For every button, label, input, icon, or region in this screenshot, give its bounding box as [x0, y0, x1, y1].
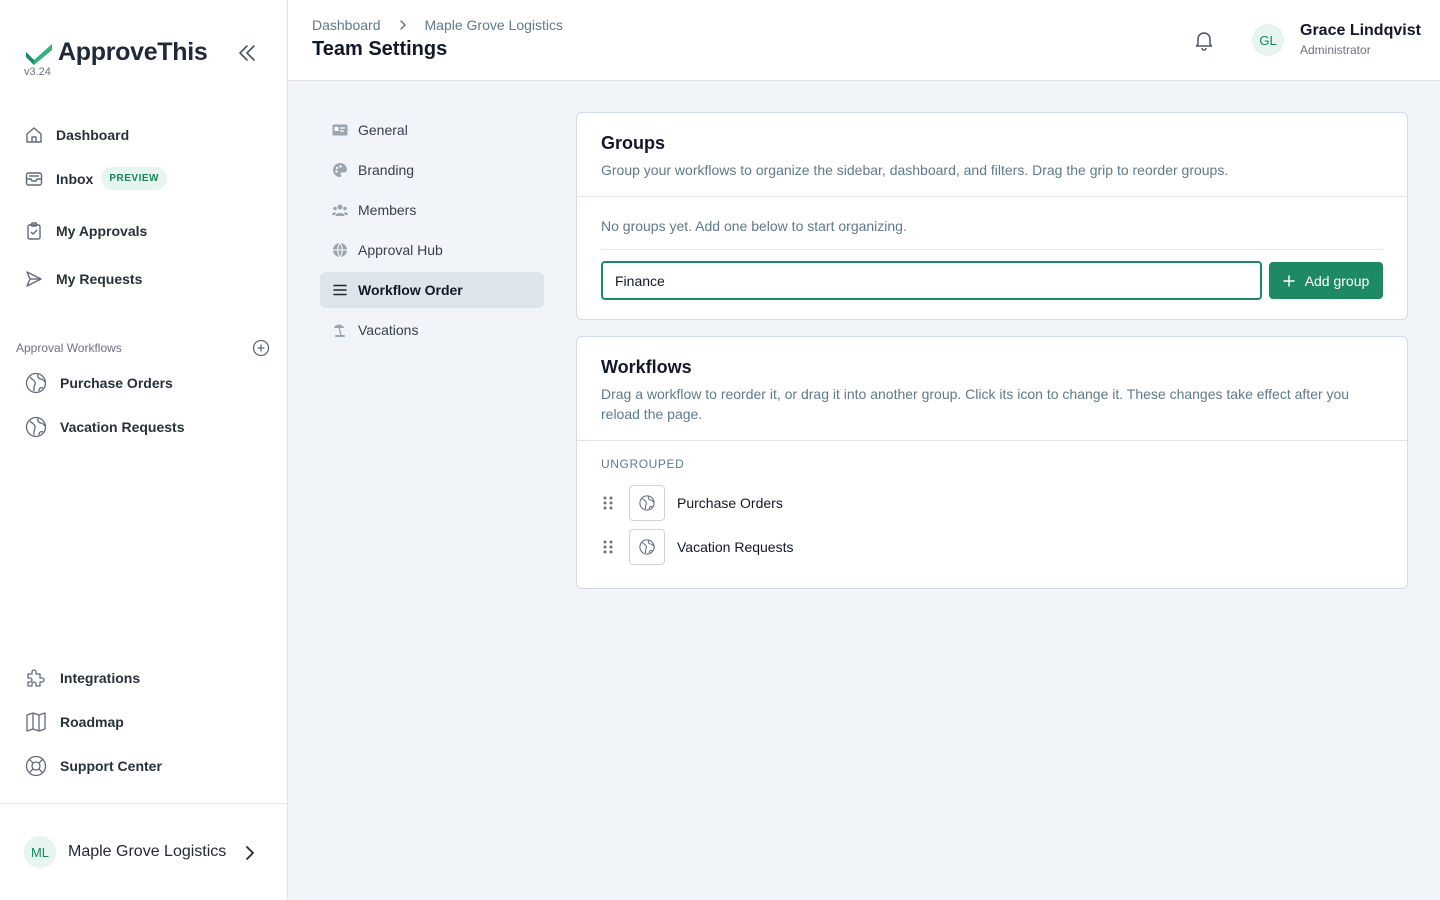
groups-empty-message: No groups yet. Add one below to start or…: [601, 218, 907, 234]
groups-card: Groups Group your workflows to organize …: [576, 112, 1408, 320]
settings-nav-members[interactable]: Members: [320, 192, 544, 228]
sidebar-workflow-purchase-orders[interactable]: Purchase Orders: [24, 371, 173, 395]
nav-roadmap[interactable]: Roadmap: [24, 710, 124, 734]
groups-title: Groups: [601, 133, 666, 153]
palette-icon: [332, 162, 348, 178]
plus-icon: [1282, 274, 1295, 287]
approval-workflows-label: Approval Workflows: [16, 341, 122, 355]
groups-description: Group your workflows to organize the sid…: [601, 162, 1229, 178]
globe-icon: [24, 371, 48, 395]
sidebar-workflow-vacation-requests[interactable]: Vacation Requests: [24, 415, 185, 439]
bell-icon[interactable]: [1193, 29, 1215, 51]
workflow-row[interactable]: Purchase Orders: [601, 485, 783, 521]
puzzle-icon: [24, 666, 48, 690]
nav-dashboard[interactable]: Dashboard: [24, 125, 129, 145]
chevron-right-icon: [399, 20, 406, 30]
workflows-card: Workflows Drag a workflow to reorder it,…: [576, 336, 1408, 589]
breadcrumb: Dashboard Maple Grove Logistics: [312, 17, 563, 33]
workflows-description: Drag a workflow to reorder it, or drag i…: [601, 386, 1350, 422]
page-title: Team Settings: [312, 38, 448, 60]
nav-integrations[interactable]: Integrations: [24, 666, 140, 690]
groups-card-header: Groups Group your workflows to organize …: [577, 113, 1407, 197]
users-icon: [332, 202, 348, 218]
globe-icon: [24, 415, 48, 439]
globe-icon: [639, 495, 655, 511]
lifebuoy-icon: [24, 754, 48, 778]
nav-support-center[interactable]: Support Center: [24, 754, 162, 778]
workflow-row[interactable]: Vacation Requests: [601, 529, 793, 565]
user-avatar[interactable]: GL: [1252, 24, 1284, 56]
settings-nav-general[interactable]: General: [320, 112, 544, 148]
add-workflow-icon[interactable]: [252, 339, 270, 357]
nav-my-requests[interactable]: My Requests: [24, 269, 142, 289]
id-card-icon: [332, 122, 348, 138]
drag-grip-icon[interactable]: [601, 495, 615, 511]
umbrella-icon: [332, 322, 348, 338]
nav-inbox[interactable]: Inbox PREVIEW: [24, 167, 167, 190]
workflows-title: Workflows: [601, 357, 692, 377]
user-role: Administrator: [1300, 43, 1371, 57]
list-icon: [332, 282, 348, 298]
user-name: Grace Lindqvist: [1300, 22, 1421, 39]
breadcrumb-dashboard[interactable]: Dashboard: [312, 17, 381, 33]
check-logo-icon: [26, 43, 52, 65]
brand-name: ApproveThis: [58, 38, 208, 66]
settings-nav-workflow-order[interactable]: Workflow Order: [320, 272, 544, 308]
workflow-icon-button[interactable]: [629, 529, 665, 565]
inbox-icon: [24, 169, 44, 189]
add-group-button[interactable]: Add group: [1269, 262, 1383, 299]
ungrouped-label: UNGROUPED: [601, 457, 685, 471]
organization-switcher[interactable]: ML Maple Grove Logistics: [0, 803, 287, 900]
preview-badge: PREVIEW: [101, 167, 167, 190]
workflow-name: Vacation Requests: [677, 539, 794, 555]
app-version: v3.24: [24, 66, 51, 78]
globe-icon: [332, 242, 348, 258]
divider: [601, 249, 1383, 250]
map-icon: [24, 710, 48, 734]
sidebar: ApproveThis v3.24 Dashboard Inbox PREVIE…: [0, 0, 288, 900]
workflow-icon-button[interactable]: [629, 485, 665, 521]
breadcrumb-organization[interactable]: Maple Grove Logistics: [425, 17, 564, 33]
nav-my-approvals[interactable]: My Approvals: [24, 221, 147, 241]
org-name: Maple Grove Logistics: [68, 843, 227, 860]
drag-grip-icon[interactable]: [601, 539, 615, 555]
globe-icon: [639, 539, 655, 555]
home-icon: [24, 125, 44, 145]
collapse-sidebar-icon[interactable]: [236, 42, 258, 64]
settings-nav: General Branding Members Approval Hub Wo…: [320, 112, 544, 352]
settings-nav-vacations[interactable]: Vacations: [320, 312, 544, 348]
settings-nav-branding[interactable]: Branding: [320, 152, 544, 188]
org-avatar: ML: [24, 836, 56, 868]
clipboard-icon: [24, 221, 44, 241]
workflows-card-header: Workflows Drag a workflow to reorder it,…: [577, 337, 1407, 441]
settings-nav-approval-hub[interactable]: Approval Hub: [320, 232, 544, 268]
group-name-input[interactable]: [601, 261, 1262, 300]
workflow-name: Purchase Orders: [677, 495, 783, 511]
chevron-right-icon: [246, 846, 254, 860]
brand[interactable]: ApproveThis: [24, 38, 208, 67]
top-header: Dashboard Maple Grove Logistics Team Set…: [288, 0, 1440, 81]
send-icon: [24, 269, 44, 289]
